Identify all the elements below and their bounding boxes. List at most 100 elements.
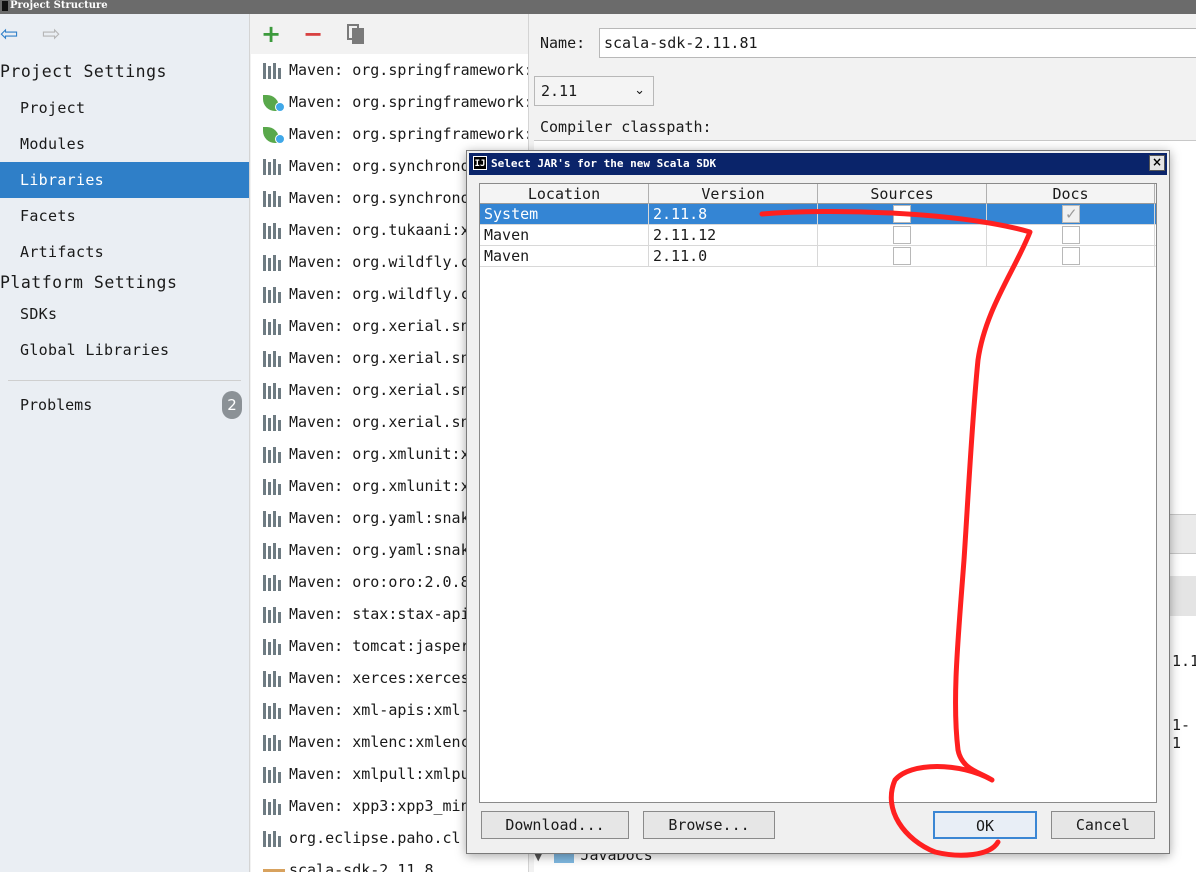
sidebar-item-libraries[interactable]: Libraries (0, 162, 249, 198)
sidebar-item-sdks[interactable]: SDKs (0, 296, 249, 332)
sources-checkbox[interactable] (893, 226, 911, 244)
window-title: Project Structure (10, 0, 108, 11)
sidebar-item-project[interactable]: Project (0, 90, 249, 126)
library-label: Maven: org.synchrono (289, 157, 470, 175)
peek-text-2: 1-1 (1172, 716, 1191, 752)
sidebar-item-facets[interactable]: Facets (0, 198, 249, 234)
ok-button[interactable]: OK (933, 811, 1037, 839)
library-bars-icon (263, 638, 285, 655)
scala-version-select[interactable]: 2.11 ⌄ (534, 76, 654, 106)
library-bars-icon (263, 542, 285, 559)
library-list-item[interactable]: scala-sdk-2.11.8 (251, 854, 528, 872)
library-bars-icon (263, 222, 285, 239)
arrow-right-icon[interactable]: ⇨ (42, 24, 60, 46)
library-bars-icon (263, 350, 285, 367)
library-bars-icon (263, 766, 285, 783)
table-row[interactable]: System 2.11.8 (480, 204, 1156, 225)
docs-checkbox[interactable] (1062, 204, 1080, 224)
docs-checkbox[interactable] (1062, 247, 1080, 265)
sources-checkbox[interactable] (893, 247, 911, 265)
docs-cell (987, 246, 1155, 266)
minus-icon[interactable]: − (303, 20, 323, 48)
library-toolbar: + − (251, 14, 528, 54)
right-panel-strip (1168, 514, 1196, 554)
peek-text-1: 1.1 (1172, 652, 1196, 670)
library-list-item[interactable]: Maven: org.springframework: (251, 54, 528, 86)
docs-cell (987, 204, 1155, 224)
library-bars-icon (263, 574, 285, 591)
library-list-item[interactable]: Maven: org.springframework: (251, 86, 528, 118)
arrow-left-icon[interactable]: ⇦ (0, 24, 18, 46)
nav-arrows: ⇦ ⇨ (0, 14, 249, 54)
library-label: Maven: xmlenc:xmlenc (289, 733, 470, 751)
sidebar-item-global-libraries[interactable]: Global Libraries (0, 332, 249, 368)
library-label: Maven: stax:stax-api (289, 605, 470, 623)
copy-icon[interactable] (347, 24, 365, 44)
settings-sidebar: ⇦ ⇨ Project Settings Project Modules Libra… (0, 14, 250, 872)
app-icon (2, 1, 8, 11)
compiler-classpath-label: Compiler classpath: (540, 118, 712, 136)
library-label: Maven: org.springframework: (289, 125, 529, 143)
sources-cell (818, 204, 987, 224)
library-bars-icon (263, 606, 285, 623)
jar-table: Location Version Sources Docs System 2.11… (479, 183, 1157, 803)
spring-leaf-icon (263, 94, 285, 112)
right-panel-strip-2 (1168, 576, 1196, 616)
library-bars-icon (263, 318, 285, 335)
library-label: Maven: org.xerial.sn (289, 413, 470, 431)
cancel-button[interactable]: Cancel (1051, 811, 1155, 839)
library-bars-icon (263, 446, 285, 463)
library-bars-icon (263, 286, 285, 303)
name-input[interactable]: scala-sdk-2.11.81 (599, 28, 1196, 58)
column-header-version[interactable]: Version (649, 184, 818, 204)
docs-cell (987, 225, 1155, 245)
library-list-item[interactable]: Maven: org.springframework: (251, 118, 528, 150)
library-bars-icon (263, 414, 285, 431)
version-cell: 2.11.8 (649, 204, 818, 224)
sources-cell (818, 246, 987, 266)
library-label: Maven: xpp3:xpp3_min (289, 797, 470, 815)
sidebar-item-modules[interactable]: Modules (0, 126, 249, 162)
chevron-down-icon: ⌄ (634, 83, 645, 98)
library-label: Maven: org.springframework: (289, 93, 529, 111)
column-header-docs[interactable]: Docs (987, 184, 1155, 204)
plus-icon[interactable]: + (261, 20, 281, 48)
spring-leaf-icon (263, 126, 285, 144)
library-label: Maven: oro:oro:2.0.8 (289, 573, 470, 591)
column-header-sources[interactable]: Sources (818, 184, 987, 204)
sidebar-item-artifacts[interactable]: Artifacts (0, 234, 249, 270)
library-label: Maven: xerces:xerces (289, 669, 470, 687)
sources-checkbox[interactable] (893, 205, 911, 223)
library-bars-icon (263, 734, 285, 751)
dialog-titlebar: IJ Select JAR's for the new Scala SDK × (469, 153, 1167, 175)
library-bars-icon (263, 254, 285, 271)
browse-button[interactable]: Browse... (643, 811, 775, 839)
library-bars-icon (263, 62, 285, 79)
table-row[interactable]: Maven 2.11.0 (480, 246, 1156, 267)
library-label: Maven: org.wildfly.c (289, 253, 470, 271)
column-header-location[interactable]: Location (480, 184, 649, 204)
library-label: Maven: org.synchrono (289, 189, 470, 207)
version-cell: 2.11.0 (649, 246, 818, 266)
version-cell: 2.11.12 (649, 225, 818, 245)
library-label: Maven: org.yaml:snak (289, 509, 470, 527)
docs-checkbox[interactable] (1062, 226, 1080, 244)
library-label: Maven: org.yaml:snak (289, 541, 470, 559)
close-icon[interactable]: × (1149, 155, 1165, 171)
library-label: Maven: org.xmlunit:x (289, 445, 470, 463)
library-label: Maven: org.xerial.sn (289, 381, 470, 399)
library-label: Maven: xmlpull:xmlpu (289, 765, 470, 783)
library-label: Maven: org.wildfly.c (289, 285, 470, 303)
library-label: Maven: org.springframework: (289, 61, 529, 79)
library-label: Maven: org.xerial.sn (289, 349, 470, 367)
library-bars-icon (263, 830, 285, 847)
library-bars-icon (263, 158, 285, 175)
library-bars-icon (263, 798, 285, 815)
problems-count-badge: 2 (222, 391, 242, 419)
sidebar-item-problems[interactable]: Problems 2 (0, 387, 249, 423)
scala-version-value: 2.11 (541, 82, 578, 100)
folder-icon (263, 863, 285, 872)
download-button[interactable]: Download... (481, 811, 629, 839)
table-row[interactable]: Maven 2.11.12 (480, 225, 1156, 246)
library-bars-icon (263, 382, 285, 399)
